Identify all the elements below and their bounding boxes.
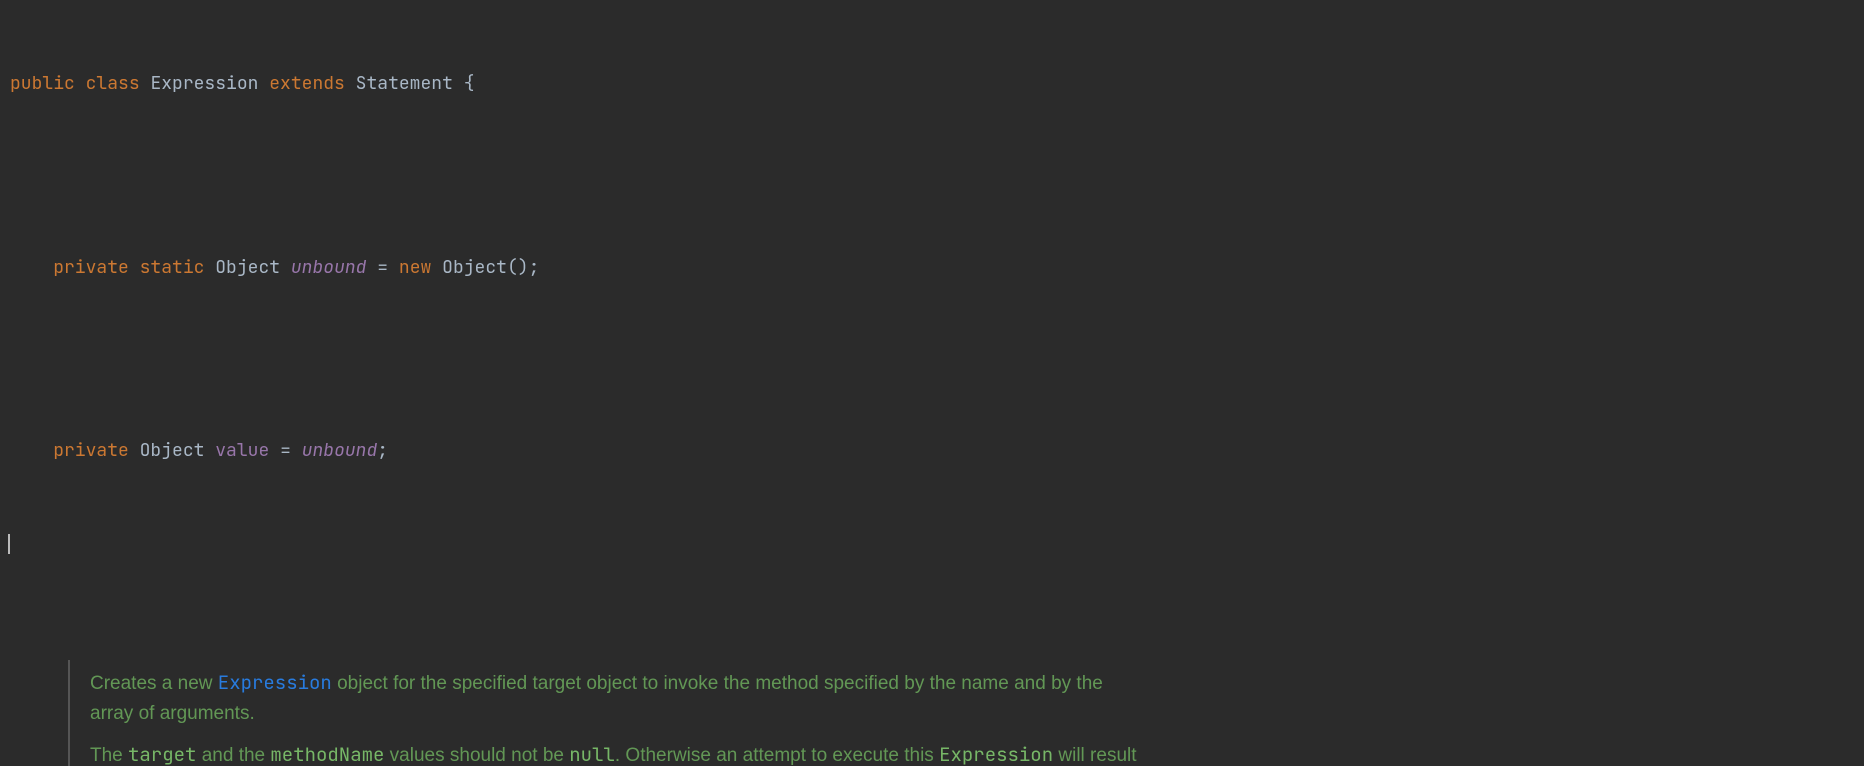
field-value: value bbox=[215, 439, 269, 462]
supertype: Statement bbox=[356, 72, 453, 95]
field-unbound: unbound bbox=[291, 256, 367, 279]
javadoc-rendered[interactable]: Creates a new Expression object for the … bbox=[68, 660, 1150, 766]
code-line[interactable]: private static Object unbound = new Obje… bbox=[10, 253, 1864, 284]
keyword-private: private bbox=[53, 256, 129, 279]
keyword-private: private bbox=[53, 439, 129, 462]
javadoc-link-expression[interactable]: Expression bbox=[218, 670, 332, 695]
keyword-class: class bbox=[86, 72, 140, 95]
javadoc-paragraph: Creates a new Expression object for the … bbox=[90, 668, 1150, 728]
code-line-blank[interactable] bbox=[10, 161, 1864, 192]
brace-open: { bbox=[464, 72, 475, 95]
text-caret bbox=[8, 534, 10, 554]
keyword-extends: extends bbox=[269, 72, 345, 95]
code-line[interactable]: private Object value = unbound; bbox=[10, 436, 1864, 467]
type-object: Object bbox=[215, 256, 280, 279]
keyword-new: new bbox=[399, 256, 431, 279]
code-editor[interactable]: public class Expression extends Statemen… bbox=[0, 0, 1864, 766]
ref-unbound: unbound bbox=[302, 439, 378, 462]
code-line-caret[interactable] bbox=[10, 528, 1864, 559]
code-line[interactable]: public class Expression extends Statemen… bbox=[10, 69, 1864, 100]
class-name: Expression bbox=[150, 72, 258, 95]
ctor-object: Object bbox=[442, 256, 507, 279]
javadoc-paragraph: The target and the methodName values sho… bbox=[90, 740, 1150, 766]
type-object: Object bbox=[140, 439, 205, 462]
code-line-blank[interactable] bbox=[10, 345, 1864, 376]
keyword-static: static bbox=[140, 256, 205, 279]
keyword-public: public bbox=[10, 72, 75, 95]
